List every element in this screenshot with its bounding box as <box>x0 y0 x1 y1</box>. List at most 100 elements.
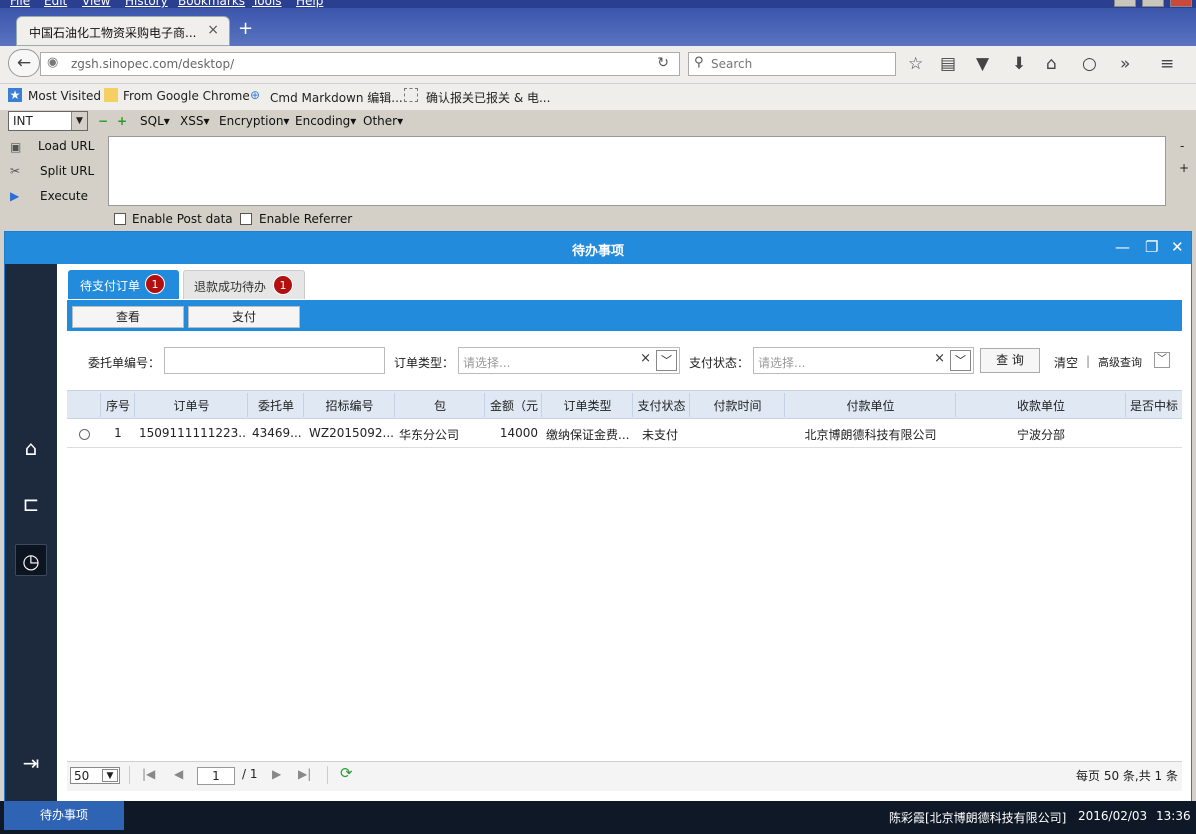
col-header-pay-time[interactable]: 付款时间 <box>690 397 785 414</box>
split-url-button[interactable]: Split URL <box>40 164 94 178</box>
search-box[interactable]: ⚲ <box>688 52 896 76</box>
bookmark-most-visited[interactable]: Most Visited <box>28 89 101 103</box>
xss-menu[interactable]: XSS▾ <box>180 114 209 128</box>
execute-button[interactable]: Execute <box>40 189 88 203</box>
tab-refund-success[interactable]: 退款成功待办 1 <box>183 270 305 299</box>
clear-x-icon[interactable]: × <box>934 351 945 366</box>
minimize-window-button[interactable] <box>1114 0 1136 7</box>
col-header-pay-status[interactable]: 支付状态 <box>633 397 690 414</box>
close-icon[interactable]: ✕ <box>1171 238 1184 256</box>
expand-advanced-icon[interactable]: ﹀ <box>1154 352 1170 368</box>
first-page-icon[interactable]: |◀ <box>142 767 155 781</box>
org-tree-icon[interactable]: ⊏ <box>16 492 46 516</box>
reload-icon[interactable]: ↻ <box>657 55 669 71</box>
current-user: 陈彩霞[北京博朗德科技有限公司] <box>889 811 1067 825</box>
search-input[interactable] <box>711 55 891 73</box>
menu-history[interactable]: History <box>125 0 168 8</box>
menu-help[interactable]: Help <box>296 0 323 8</box>
hamburger-menu-icon[interactable]: ≡ <box>1160 54 1174 74</box>
tab-pending-payment[interactable]: 待支付订单 1 <box>68 270 179 299</box>
encoding-menu[interactable]: Encoding▾ <box>295 114 356 128</box>
row-radio[interactable] <box>79 429 90 440</box>
increase-icon[interactable]: + <box>117 114 127 128</box>
bookmark-star-icon[interactable]: ☆ <box>908 54 923 74</box>
chevron-down-icon[interactable]: ﹀ <box>656 350 677 371</box>
clear-link[interactable]: 清空 <box>1054 354 1078 371</box>
page-number-input[interactable]: 1 <box>197 767 235 785</box>
bookmark-cmd-markdown[interactable]: Cmd Markdown 编辑... <box>270 89 403 106</box>
clear-x-icon[interactable]: × <box>640 351 651 366</box>
enable-referrer-checkbox[interactable] <box>240 213 252 225</box>
page-size-select[interactable]: 50 ▼ <box>70 767 120 784</box>
close-window-button[interactable] <box>1170 0 1192 7</box>
pay-status-label: 支付状态： <box>689 356 750 370</box>
col-header-package[interactable]: 包 <box>395 397 485 414</box>
pocket-icon[interactable]: ▼ <box>976 54 989 74</box>
menu-edit[interactable]: Edit <box>44 0 67 8</box>
col-header-payee[interactable]: 收款单位 <box>956 397 1126 414</box>
refresh-icon[interactable]: ⟳ <box>340 764 353 782</box>
pager-divider <box>129 766 130 784</box>
view-button[interactable]: 查看 <box>72 306 184 328</box>
browser-tab-title: 中国石油化工物资采购电子商... <box>29 26 197 40</box>
other-menu[interactable]: Other▾ <box>363 114 403 128</box>
col-header-seq[interactable]: 序号 <box>101 397 135 414</box>
encryption-menu[interactable]: Encryption▾ <box>219 114 289 128</box>
logout-icon[interactable]: ⇥ <box>16 751 46 775</box>
col-header-order-no[interactable]: 订单号 <box>135 397 248 414</box>
page-icon <box>404 88 418 102</box>
taskbar-todo-item[interactable]: 待办事项 <box>4 801 124 830</box>
pager-divider <box>327 766 328 784</box>
maximize-window-button[interactable] <box>1142 0 1164 7</box>
hackbar-url-textarea[interactable] <box>108 136 1166 206</box>
overflow-icon[interactable]: » <box>1120 54 1130 74</box>
download-icon[interactable]: ⬇ <box>1012 54 1026 74</box>
menu-view[interactable]: View <box>82 0 110 8</box>
reading-list-icon[interactable]: ▤ <box>940 54 956 74</box>
shrink-textarea-button[interactable]: - <box>1180 139 1184 153</box>
globe-icon: ◉ <box>47 55 59 70</box>
col-header-amount[interactable]: 金额（元 <box>486 397 542 414</box>
url-bar[interactable]: ◉ zgsh.sinopec.com/desktop/ ↻ <box>40 52 680 76</box>
restore-icon[interactable]: ❐ <box>1145 238 1158 256</box>
bookmark-confirm-customs[interactable]: 确认报关已报关 & 电... <box>426 89 550 106</box>
bookmark-google-chrome[interactable]: From Google Chrome <box>123 89 250 103</box>
menu-bookmarks[interactable]: Bookmarks <box>178 0 245 8</box>
menu-tools[interactable]: Tools <box>252 0 282 8</box>
search-icon: ⚲ <box>694 55 704 70</box>
expand-textarea-button[interactable]: + <box>1179 161 1189 175</box>
minimize-icon[interactable]: — <box>1115 238 1130 256</box>
browser-tab[interactable]: 中国石油化工物资采购电子商... × <box>16 16 230 46</box>
app-title-bar: 待办事项 — ❐ ✕ <box>5 232 1191 264</box>
advanced-query-link[interactable]: 高级查询 <box>1098 354 1142 370</box>
type-select[interactable]: INT ▼ <box>8 111 88 131</box>
col-header-payer[interactable]: 付款单位 <box>785 397 956 414</box>
bookmarks-bar: ★ Most Visited From Google Chrome ⊕ Cmd … <box>0 84 1196 110</box>
col-header-order-type[interactable]: 订单类型 <box>542 397 633 414</box>
home-icon[interactable]: ⌂ <box>1046 54 1057 74</box>
enable-referrer-label: Enable Referrer <box>259 212 353 226</box>
menu-file[interactable]: File <box>10 0 30 8</box>
col-header-commission[interactable]: 委托单 <box>248 397 304 414</box>
chat-icon[interactable]: ○ <box>1082 54 1097 74</box>
col-header-tender-no[interactable]: 招标编号 <box>304 397 395 414</box>
sql-menu[interactable]: SQL▾ <box>140 114 170 128</box>
pay-status-select[interactable]: 请选择... × ﹀ <box>753 347 974 374</box>
next-page-icon[interactable]: ▶ <box>272 767 281 781</box>
order-type-select[interactable]: 请选择... × ﹀ <box>458 347 680 374</box>
query-button[interactable]: 查 询 <box>980 348 1040 373</box>
order-no-input[interactable] <box>164 347 385 374</box>
new-tab-button[interactable]: + <box>238 18 253 39</box>
enable-post-checkbox[interactable] <box>114 213 126 225</box>
chevron-down-icon[interactable]: ﹀ <box>950 350 971 371</box>
col-header-won-bid[interactable]: 是否中标 <box>1126 397 1182 414</box>
last-page-icon[interactable]: ▶| <box>298 767 311 781</box>
decrease-icon[interactable]: − <box>98 114 108 128</box>
pay-button[interactable]: 支付 <box>188 306 300 328</box>
home-nav-icon[interactable]: ⌂ <box>16 436 46 460</box>
close-tab-icon[interactable]: × <box>207 22 219 38</box>
prev-page-icon[interactable]: ◀ <box>174 767 183 781</box>
back-button[interactable]: ← <box>8 49 40 77</box>
load-url-button[interactable]: Load URL <box>38 139 94 153</box>
chevron-down-icon: ▼ <box>102 769 118 782</box>
